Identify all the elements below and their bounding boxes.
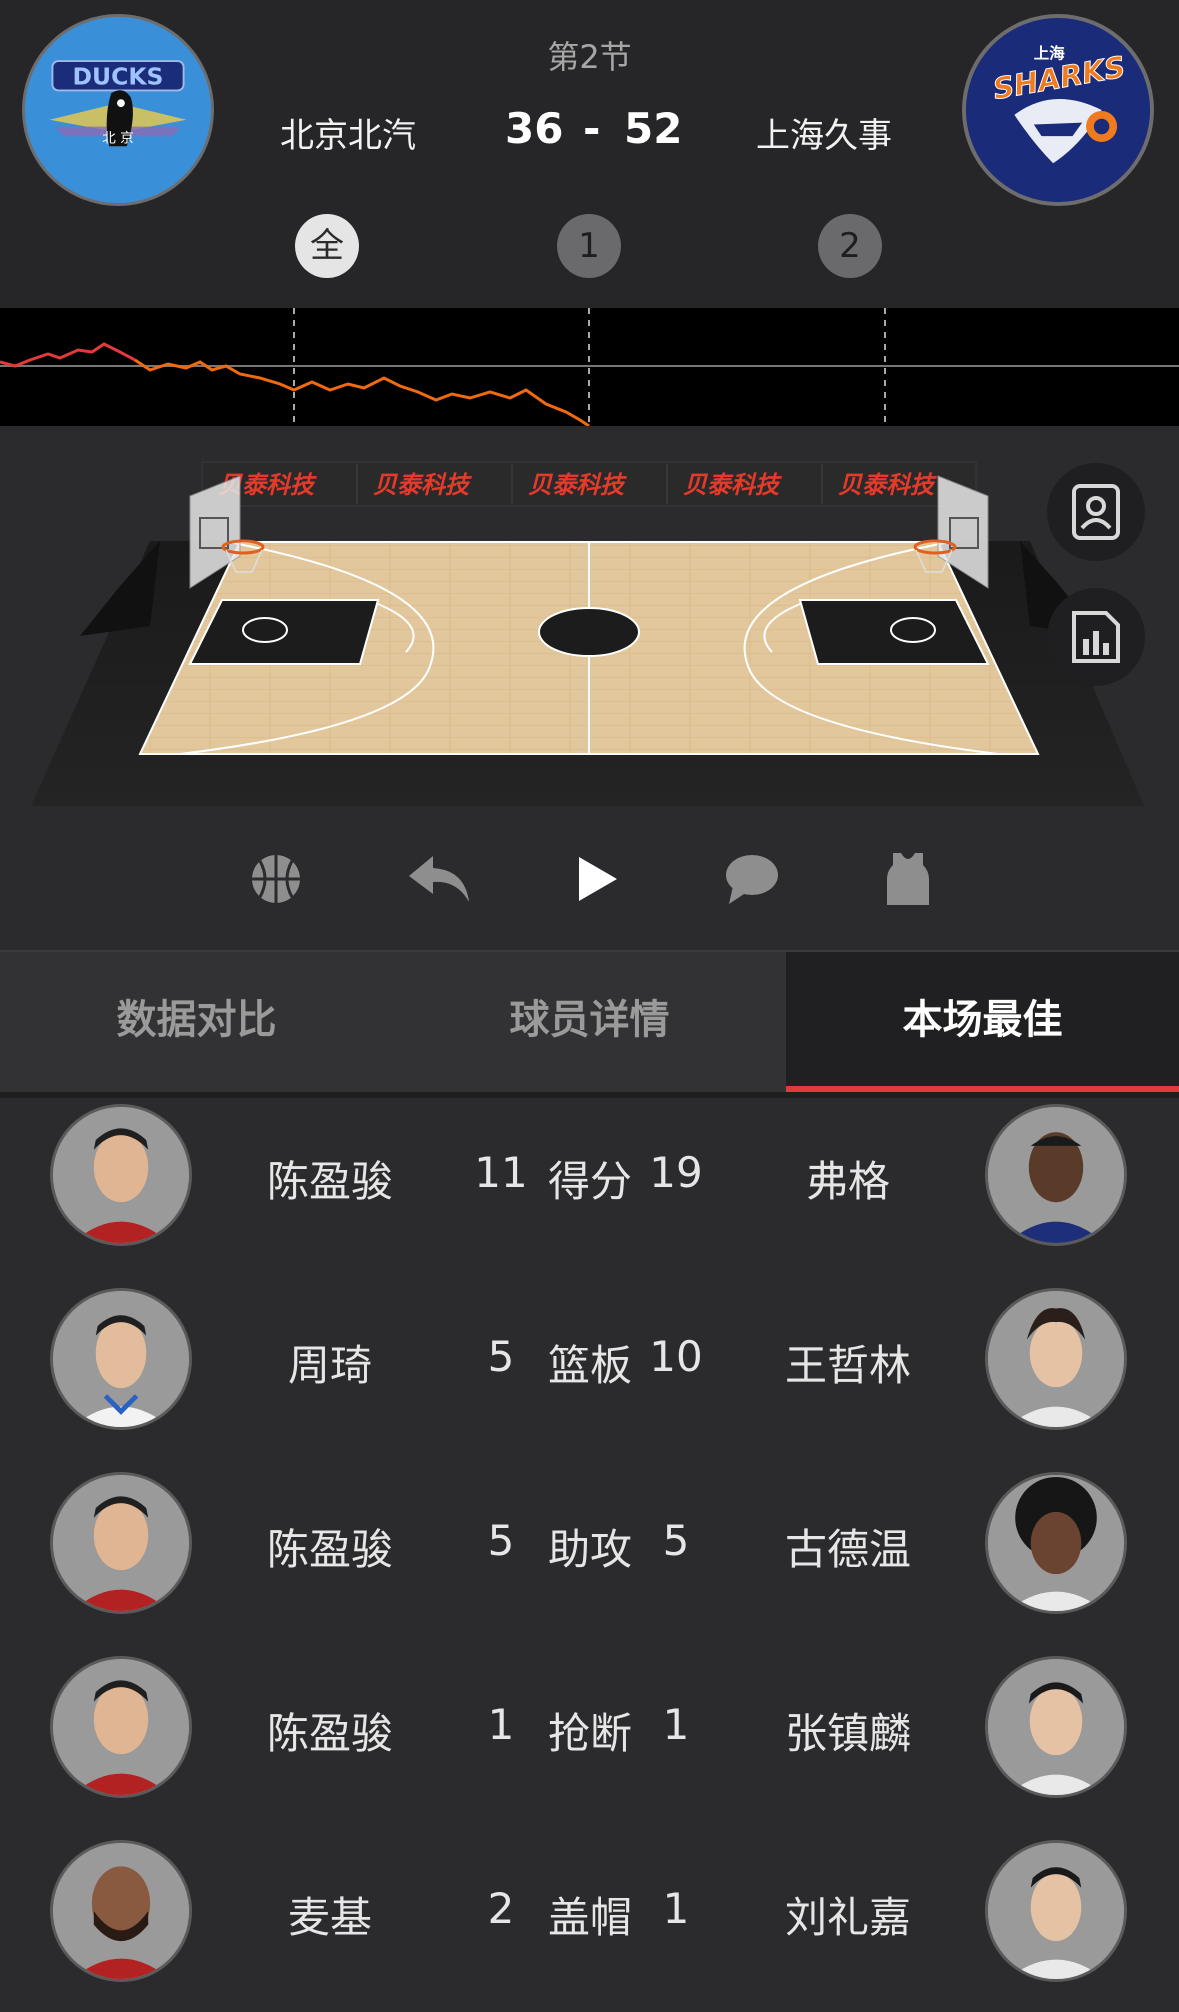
- stat-label: 抢断: [547, 1709, 632, 1758]
- player-card-icon: [1072, 484, 1120, 540]
- right-player-name: 古德温: [784, 1525, 911, 1574]
- left-player-name: 陈盈骏: [266, 1709, 393, 1758]
- avatar[interactable]: [50, 1288, 192, 1430]
- play-icon: [579, 857, 617, 901]
- right-player-name: 弗格: [805, 1157, 890, 1206]
- avatar[interactable]: [50, 1472, 192, 1614]
- tab-best-players-label: 本场最佳: [902, 997, 1063, 1043]
- playback-controls: [0, 806, 1179, 952]
- banner-text-5: 贝泰科技: [838, 471, 937, 499]
- tab-player-details[interactable]: 球员详情: [393, 952, 786, 1092]
- svg-text:北 京: 北 京: [102, 130, 134, 146]
- avatar[interactable]: [985, 1840, 1127, 1982]
- home-score: 36: [505, 104, 564, 153]
- stat-label: 盖帽: [547, 1893, 632, 1942]
- quarter-tab-all[interactable]: 全: [295, 214, 359, 278]
- replay-icon: [409, 856, 469, 902]
- right-stat-value: 10: [649, 1332, 703, 1381]
- jersey-button[interactable]: [873, 844, 943, 914]
- left-player-name: 周琦: [287, 1341, 372, 1390]
- best-row-steals[interactable]: 陈盈骏 1 抢断 1 张镇麟: [0, 1644, 1179, 1828]
- banner-text-2: 贝泰科技: [373, 471, 472, 499]
- stat-label: 助攻: [547, 1525, 632, 1574]
- home-team-name: 北京北汽: [280, 116, 416, 156]
- stat-label: 得分: [547, 1157, 632, 1206]
- jersey-icon: [887, 853, 929, 905]
- right-player-name: 张镇麟: [784, 1709, 911, 1758]
- paint-right: [798, 599, 990, 665]
- right-player-name: 王哲林: [784, 1341, 911, 1390]
- left-stat-value: 5: [487, 1516, 515, 1565]
- stat-label: 篮板: [547, 1341, 632, 1390]
- trend-line-away: [134, 358, 590, 426]
- away-team-logo[interactable]: 上海 SHARKS: [962, 14, 1154, 206]
- quarter-tab-1[interactable]: 1: [557, 214, 621, 278]
- best-row-rebounds[interactable]: 周琦 5 篮板 10 王哲林: [0, 1276, 1179, 1460]
- left-player-name: 陈盈骏: [266, 1157, 393, 1206]
- replay-button[interactable]: [405, 844, 475, 914]
- right-stat-value: 5: [662, 1516, 690, 1565]
- stats-tabs: 数据对比 球员详情 本场最佳: [0, 952, 1179, 1092]
- quarter-tab-2[interactable]: 2: [818, 214, 882, 278]
- comment-icon: [726, 855, 778, 904]
- left-stat-value: 11: [474, 1148, 528, 1197]
- best-row-points[interactable]: 陈盈骏 11 得分 19 弗格: [0, 1092, 1179, 1276]
- right-player-name: 刘礼嘉: [784, 1893, 911, 1942]
- banner-text-3: 贝泰科技: [528, 471, 627, 499]
- away-score: 52: [624, 104, 683, 153]
- avatar[interactable]: [50, 1656, 192, 1798]
- avatar[interactable]: [50, 1840, 192, 1982]
- tab-best-players[interactable]: 本场最佳: [786, 952, 1179, 1092]
- trend-line-home: [0, 342, 136, 368]
- center-circle: [538, 607, 640, 657]
- right-stat-value: 1: [662, 1700, 690, 1749]
- score-trend-chart: [0, 308, 1179, 426]
- right-stat-value: 1: [662, 1884, 690, 1933]
- avatar[interactable]: [985, 1104, 1127, 1246]
- score-separator: -: [583, 104, 601, 153]
- tab-data-compare[interactable]: 数据对比: [0, 952, 393, 1092]
- left-stat-value: 1: [487, 1700, 515, 1749]
- court-view: 贝泰科技 贝泰科技 贝泰科技 贝泰科技 贝泰科技: [0, 426, 1179, 806]
- avatar[interactable]: [50, 1104, 192, 1246]
- stand-left: [80, 541, 160, 636]
- stats-chart-icon: [1072, 611, 1120, 663]
- left-player-name: 陈盈骏: [266, 1525, 393, 1574]
- sponsor-banner: 贝泰科技 贝泰科技 贝泰科技 贝泰科技 贝泰科技: [201, 461, 977, 507]
- avatar[interactable]: [985, 1472, 1127, 1614]
- comment-button[interactable]: [717, 844, 787, 914]
- left-player-name: 麦基: [287, 1893, 372, 1942]
- paint-left: [188, 599, 380, 665]
- banner-text-4: 贝泰科技: [683, 471, 782, 499]
- game-header: DUCKS 北 京 第2节 北京北汽 36 - 52 上海久事 上海 SHARK…: [0, 0, 1179, 308]
- away-team-name: 上海久事: [756, 116, 892, 156]
- avatar[interactable]: [985, 1288, 1127, 1430]
- left-stat-value: 2: [487, 1884, 515, 1933]
- avatar[interactable]: [985, 1656, 1127, 1798]
- stats-chart-button[interactable]: [1047, 588, 1145, 686]
- best-row-assists[interactable]: 陈盈骏 5 助攻 5 古德温: [0, 1460, 1179, 1644]
- player-card-button[interactable]: [1047, 463, 1145, 561]
- right-stat-value: 19: [649, 1148, 703, 1197]
- basketball-button[interactable]: [241, 844, 311, 914]
- play-button[interactable]: [562, 844, 632, 914]
- left-stat-value: 5: [487, 1332, 515, 1381]
- best-row-blocks[interactable]: 麦基 2 盖帽 1 刘礼嘉: [0, 1828, 1179, 2012]
- basketball-icon: [252, 855, 300, 903]
